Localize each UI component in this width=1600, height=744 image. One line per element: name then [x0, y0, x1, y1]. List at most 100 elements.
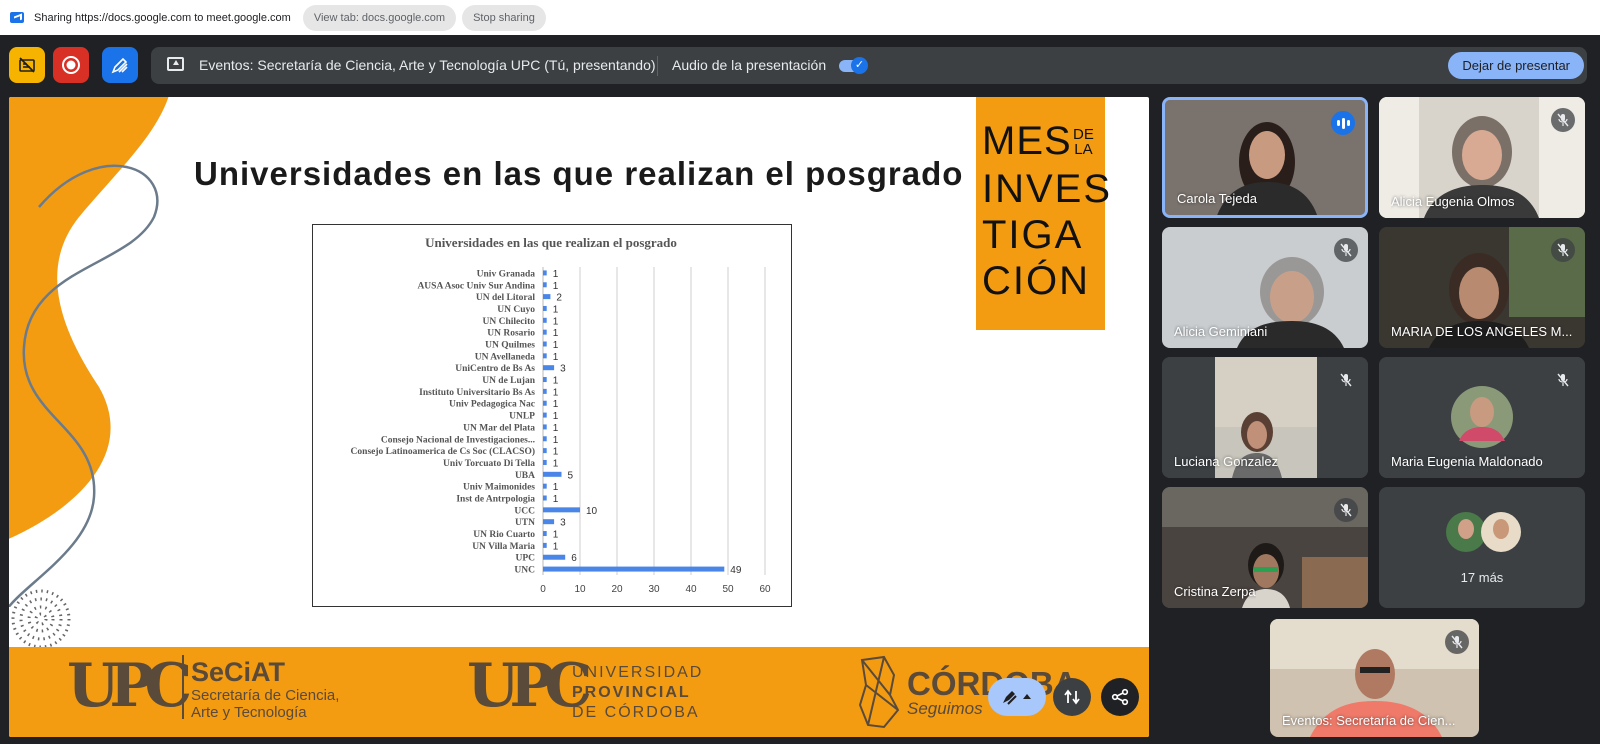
decorative-blob	[9, 97, 169, 607]
category-label: Inst de Antrpologia	[456, 495, 535, 505]
data-label: 10	[586, 506, 598, 517]
divider	[657, 56, 658, 76]
x-tick-label: 50	[722, 584, 734, 595]
cordoba-map-icon	[858, 655, 900, 729]
logo-line: CIÓN	[982, 259, 1090, 303]
bar	[543, 305, 547, 311]
slide-footer: UPC SeCiAT Secretaría de Ciencia, Arte y …	[9, 647, 1149, 737]
data-label: 1	[553, 411, 559, 422]
data-label: 3	[560, 364, 566, 375]
bar	[543, 531, 547, 537]
bar	[543, 365, 555, 371]
mic-off-icon	[1551, 238, 1575, 262]
category-label: UN de Lujan	[482, 376, 536, 386]
data-label: 5	[568, 470, 574, 481]
bar	[543, 282, 547, 288]
data-label: 1	[553, 328, 559, 339]
logo-line: INVES	[982, 167, 1113, 211]
annotate-button[interactable]	[102, 47, 138, 83]
data-label: 1	[553, 494, 559, 505]
participant-tile[interactable]: MARIA DE LOS ANGELES M...	[1379, 227, 1585, 348]
seciat-subtitle-line: Secretaría de Ciencia,	[191, 687, 340, 704]
participant-tile[interactable]: Cristina Zerpa	[1162, 487, 1368, 608]
category-label: Consejo Nacional de Investigaciones...	[381, 435, 535, 445]
chart-svg: Universidades en las que realizan el pos…	[351, 235, 771, 595]
participant-tile[interactable]: Maria Eugenia Maldonado	[1379, 357, 1585, 478]
bar	[543, 377, 547, 383]
logo-small: DE LA	[1073, 126, 1094, 158]
seciat-logo: SeCiAT	[191, 657, 286, 687]
bar	[543, 507, 580, 513]
universidad-provincial-logo: UNIVERSIDAD PROVINCIAL DE CÓRDOBA	[572, 663, 703, 723]
data-label: 3	[560, 518, 566, 529]
stop-presenting-button[interactable]: Dejar de presentar	[1448, 52, 1584, 79]
x-tick-label: 30	[648, 584, 660, 595]
participant-name: Maria Eugenia Maldonado	[1391, 454, 1543, 469]
data-label: 2	[556, 293, 562, 304]
hide-captions-button[interactable]	[9, 47, 45, 83]
data-label: 49	[730, 565, 742, 576]
data-label: 1	[553, 352, 559, 363]
bar	[543, 566, 725, 572]
presentation-audio-toggle[interactable]: ✓	[839, 57, 868, 74]
presentation-panel: Eventos: Secretaría de Ciencia, Arte y T…	[151, 47, 1587, 84]
more-participants-tile[interactable]: 17 más	[1379, 487, 1585, 608]
mic-off-icon	[1551, 108, 1575, 132]
category-label: UN del Litoral	[476, 293, 535, 303]
data-label: 1	[553, 387, 559, 398]
data-label: 1	[553, 304, 559, 315]
recording-button[interactable]	[53, 47, 89, 83]
bar	[543, 483, 547, 489]
mes-investigacion-logo: MES DE LA INVES TIGA CIÓN	[976, 97, 1110, 330]
logo-line: MES	[982, 119, 1072, 163]
participant-name: Cristina Zerpa	[1174, 584, 1256, 599]
univ-line: PROVINCIAL	[572, 684, 691, 701]
participant-name: Eventos: Secretaría de Cien...	[1282, 713, 1456, 728]
cordoba-slogan: Seguimos	[907, 699, 983, 718]
data-label: 1	[553, 340, 559, 351]
participant-tile[interactable]: Eventos: Secretaría de Cien...	[1270, 619, 1479, 737]
category-label: Instituto Universitario Bs As	[419, 388, 535, 398]
participant-tile[interactable]: Luciana Gonzalez	[1162, 357, 1368, 478]
data-label: 1	[553, 269, 559, 280]
reactions-button[interactable]	[988, 678, 1046, 716]
participant-name: Luciana Gonzalez	[1174, 454, 1279, 469]
data-label: 1	[553, 482, 559, 493]
chart-title: Universidades en las que realizan el pos…	[425, 235, 677, 250]
data-label: 1	[553, 399, 559, 410]
category-label: UN Chilecito	[482, 317, 535, 327]
category-label: Consejo Latinoamerica de Cs Soc (CLACSO)	[351, 446, 535, 457]
participant-tile[interactable]: Alicia Eugenia Olmos	[1379, 97, 1585, 218]
presentation-title: Eventos: Secretaría de Ciencia, Arte y T…	[199, 57, 656, 73]
dotted-circle-decoration	[11, 589, 71, 649]
swap-layout-button[interactable]	[1053, 678, 1091, 716]
presentation-audio-label: Audio de la presentación	[672, 57, 827, 73]
participant-tile[interactable]: Carola Tejeda	[1162, 97, 1368, 218]
participant-tile[interactable]: Alicia Geminiani	[1162, 227, 1368, 348]
univ-line: DE CÓRDOBA	[572, 704, 700, 721]
logo-line: TIGA	[982, 213, 1084, 257]
category-label: UN Avellaneda	[475, 352, 536, 362]
participant-name: Carola Tejeda	[1177, 191, 1257, 206]
mic-off-icon	[1334, 238, 1358, 262]
x-tick-label: 60	[759, 584, 771, 595]
more-participants-count: 17 más	[1460, 570, 1504, 585]
stop-sharing-button[interactable]: Stop sharing	[462, 4, 546, 31]
participant-name: MARIA DE LOS ANGELES M...	[1391, 324, 1573, 339]
record-icon	[62, 56, 80, 74]
view-tab-button[interactable]: View tab: docs.google.com	[302, 4, 457, 31]
share-button[interactable]	[1101, 678, 1139, 716]
mic-off-icon	[1334, 498, 1358, 522]
meet-top-bar: Eventos: Secretaría de Ciencia, Arte y T…	[0, 35, 1600, 95]
category-label: UNC	[514, 566, 535, 576]
bar	[543, 317, 547, 323]
bar	[543, 388, 547, 394]
participant-name: Alicia Geminiani	[1174, 324, 1268, 339]
data-label: 1	[553, 458, 559, 469]
bar	[543, 459, 547, 465]
bar	[543, 542, 547, 548]
bar	[543, 353, 547, 359]
x-tick-label: 40	[685, 584, 697, 595]
swap-arrows-icon	[1064, 689, 1080, 705]
upc-logo: UPC	[467, 651, 592, 721]
